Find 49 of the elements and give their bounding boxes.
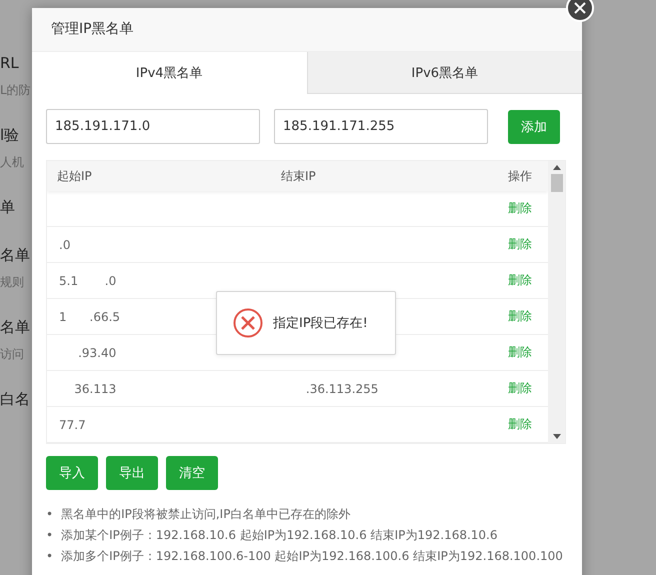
section-description: 访问: [0, 346, 24, 363]
note-text: 黑名单中的IP段将被禁止访问,IP白名单中已存在的除外: [61, 506, 350, 523]
section-description: 人机: [0, 154, 24, 171]
delete-link[interactable]: 删除: [508, 272, 548, 289]
close-icon: [574, 2, 586, 14]
section-title: 名单: [0, 317, 30, 338]
action-button[interactable]: 导出: [106, 456, 158, 490]
section-description: 规则: [0, 274, 24, 291]
note-text: 添加某个IP例子：192.168.10.6 起始IP为192.168.10.6 结束IP为192.168.10.6: [61, 527, 498, 544]
delete-link[interactable]: 删除: [508, 380, 548, 397]
table-cell-text: 36.113: [73, 382, 118, 396]
table-cell-text: .0: [58, 238, 72, 252]
table-cell-text: .36.113.255: [304, 382, 380, 396]
add-button[interactable]: 添加: [508, 110, 560, 144]
delete-link[interactable]: 删除: [508, 200, 548, 217]
start-ip-field[interactable]: 185.191.171.0: [46, 109, 260, 144]
section-title: RL: [0, 53, 19, 74]
end-ip-field[interactable]: 185.191.171.255: [274, 109, 488, 144]
section-title: 名单: [0, 245, 30, 266]
dialog-title: 管理IP黑名单: [32, 8, 582, 52]
toast-message: 指定IP段已存在!: [273, 315, 368, 332]
delete-link[interactable]: 删除: [508, 236, 548, 253]
close-button[interactable]: [566, 0, 594, 22]
delete-link[interactable]: 删除: [508, 416, 548, 433]
bullet: •: [46, 548, 54, 565]
section-title: 单: [0, 197, 15, 218]
scroll-up-icon: [552, 165, 560, 170]
action-button[interactable]: 清空: [166, 456, 218, 490]
section-description: L的防: [0, 82, 31, 99]
note-text: 添加多个IP例子：192.168.100.6-100 起始IP为192.168.100.6 结束IP为192.168.100.100: [61, 548, 563, 565]
table-cell-text: 1 .66.5: [58, 310, 122, 324]
scroll-thumb[interactable]: [550, 174, 562, 192]
section-title: l验: [0, 125, 20, 146]
column-header: 操作: [508, 168, 533, 184]
table-cell-text: 5.1 .0: [58, 274, 118, 288]
column-header: 结束IP: [280, 168, 317, 184]
tab[interactable]: IPv6黑名单: [306, 52, 582, 94]
delete-link[interactable]: 删除: [508, 308, 548, 325]
bullet: •: [46, 506, 54, 523]
table-cell-text: .93.40: [77, 346, 118, 360]
column-header: 起始IP: [56, 168, 93, 184]
action-button[interactable]: 导入: [46, 456, 98, 490]
error-icon: [233, 308, 263, 338]
delete-link[interactable]: 删除: [508, 344, 548, 361]
scrollbar[interactable]: [548, 161, 565, 443]
scroll-down-icon: [552, 434, 560, 439]
section-title: 白名: [0, 389, 30, 410]
table-cell-text: 77.7: [58, 418, 87, 432]
bullet: •: [46, 527, 54, 544]
